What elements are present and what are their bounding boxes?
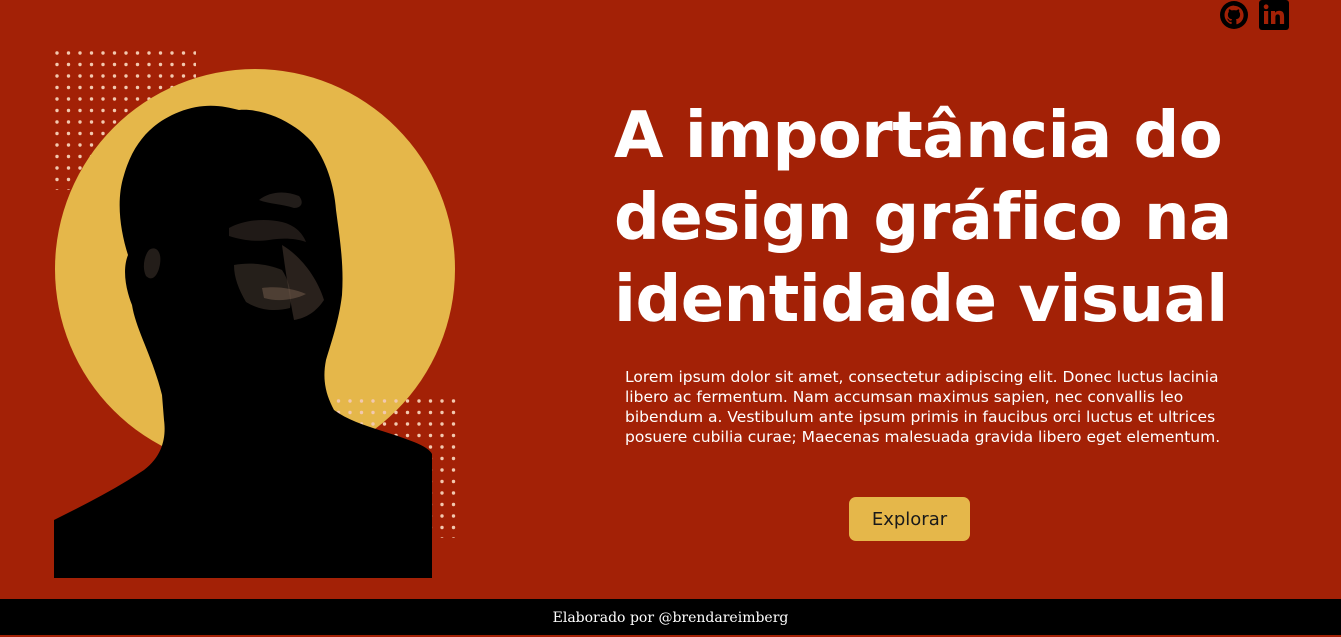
social-links [1219, 0, 1289, 30]
github-icon [1220, 1, 1248, 29]
page-title: A importância do design gráfico na ident… [614, 99, 1232, 337]
footer-credit: Elaborado por @brendareimberg [552, 610, 789, 626]
github-link[interactable] [1219, 0, 1249, 30]
linkedin-icon [1259, 0, 1289, 30]
explore-button[interactable]: Explorar [849, 497, 970, 541]
linkedin-link[interactable] [1259, 0, 1289, 30]
portrait-image [54, 105, 432, 578]
footer: Elaborado por @brendareimberg [0, 599, 1341, 635]
hero-illustration [54, 50, 464, 580]
hero-description: Lorem ipsum dolor sit amet, consectetur … [625, 368, 1221, 446]
landing-page: A importância do design gráfico na ident… [0, 0, 1341, 599]
